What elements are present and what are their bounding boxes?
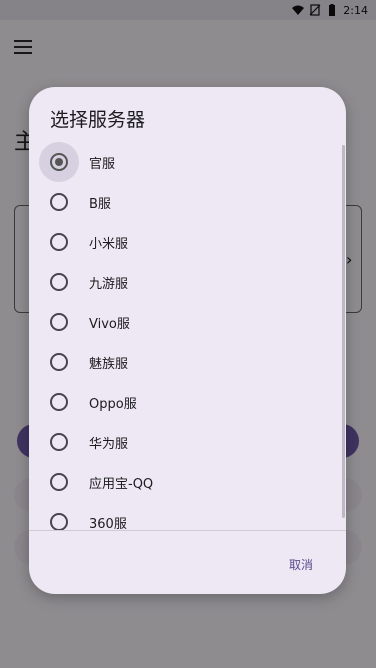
cancel-button[interactable]: 取消 xyxy=(273,550,329,578)
server-option-official[interactable]: 官服 xyxy=(29,142,346,182)
dialog-title: 选择服务器 xyxy=(50,109,146,131)
option-label: Vivo服 xyxy=(89,316,130,332)
server-option-vivo[interactable]: Vivo服 xyxy=(29,302,346,342)
option-label: 九游服 xyxy=(89,276,129,292)
radio-button[interactable] xyxy=(50,513,68,530)
server-option-jiuyou[interactable]: 九游服 xyxy=(29,262,346,302)
server-option-360[interactable]: 360服 xyxy=(29,502,346,530)
dialog-divider xyxy=(29,530,346,531)
server-option-huawei[interactable]: 华为服 xyxy=(29,422,346,462)
server-option-list: 官服 B服 小米服 九游服 Vivo服 魅族服 Oppo服 华为服 应用宝-QQ… xyxy=(29,142,346,530)
server-option-yingyongbao-qq[interactable]: 应用宝-QQ xyxy=(29,462,346,502)
server-option-oppo[interactable]: Oppo服 xyxy=(29,382,346,422)
radio-button[interactable] xyxy=(50,233,68,251)
radio-button[interactable] xyxy=(50,313,68,331)
option-label: B服 xyxy=(89,196,111,212)
server-option-bilibili[interactable]: B服 xyxy=(29,182,346,222)
server-option-meizu[interactable]: 魅族服 xyxy=(29,342,346,382)
radio-button[interactable] xyxy=(50,193,68,211)
option-label: 应用宝-QQ xyxy=(89,476,154,492)
option-label: 小米服 xyxy=(89,236,129,252)
radio-button[interactable] xyxy=(50,353,68,371)
server-select-dialog: 选择服务器 官服 B服 小米服 九游服 Vivo服 魅族服 Oppo服 华为服 … xyxy=(29,87,346,594)
radio-button[interactable] xyxy=(50,433,68,451)
server-option-xiaomi[interactable]: 小米服 xyxy=(29,222,346,262)
option-label: Oppo服 xyxy=(89,396,137,412)
radio-button[interactable] xyxy=(50,473,68,491)
option-label: 魅族服 xyxy=(89,356,129,372)
list-scrollbar[interactable] xyxy=(342,145,345,518)
radio-button[interactable] xyxy=(50,393,68,411)
radio-button-checked[interactable] xyxy=(50,153,68,171)
radio-button[interactable] xyxy=(50,273,68,291)
option-label: 华为服 xyxy=(89,436,129,452)
option-label: 360服 xyxy=(89,516,127,531)
option-label: 官服 xyxy=(89,156,116,172)
